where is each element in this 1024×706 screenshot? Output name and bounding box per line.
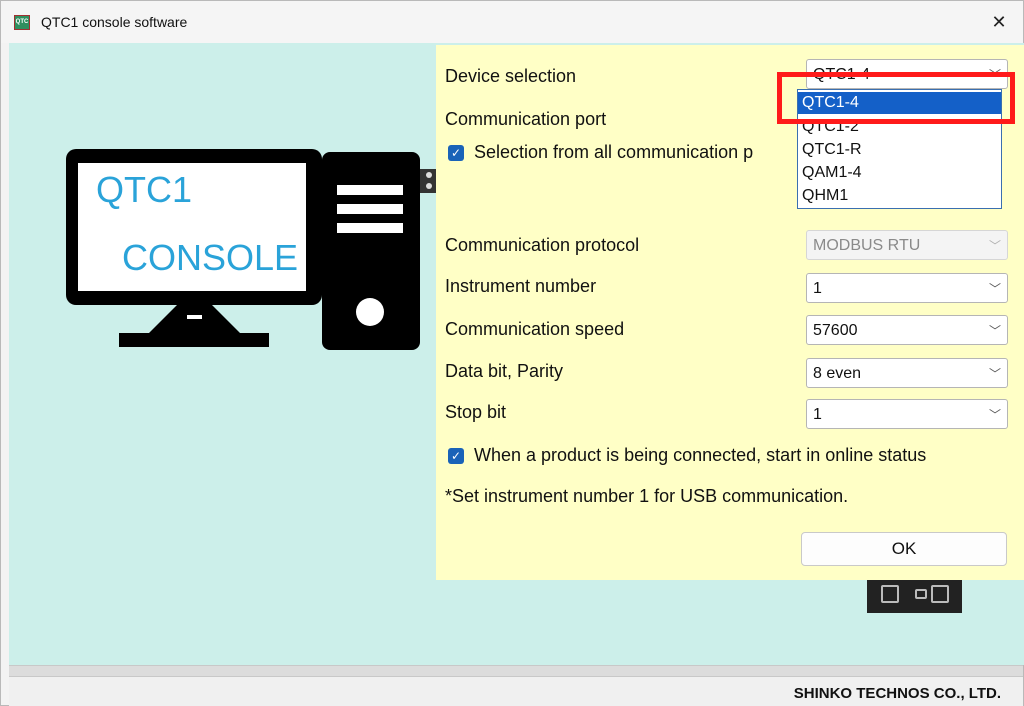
title-bar: QTC QTC1 console software ✕ bbox=[1, 1, 1023, 43]
window-title: QTC1 console software bbox=[41, 14, 188, 30]
drive-slot bbox=[337, 204, 403, 214]
power-button-icon bbox=[356, 298, 384, 326]
communication-protocol-label: Communication protocol bbox=[445, 235, 640, 255]
chevron-down-icon: ﹀ bbox=[988, 408, 1001, 422]
stop-bit-combo[interactable]: 1 ﹀ bbox=[806, 399, 1008, 429]
select-all-ports-checkbox[interactable]: ✓ bbox=[448, 145, 464, 161]
drive-slot bbox=[337, 185, 403, 195]
communication-protocol-value: MODBUS RTU bbox=[813, 237, 921, 254]
dropdown-option[interactable]: QTC1-R bbox=[798, 139, 1001, 161]
stop-bit-value: 1 bbox=[813, 406, 822, 423]
data-bit-parity-combo[interactable]: 8 even ﹀ bbox=[806, 358, 1008, 388]
instrument-number-combo[interactable]: 1 ﹀ bbox=[806, 273, 1008, 303]
online-on-connect-checkbox[interactable]: ✓ bbox=[448, 448, 464, 464]
chevron-down-icon: ﹀ bbox=[988, 282, 1001, 296]
data-bit-parity-label: Data bit, Parity bbox=[445, 361, 564, 381]
device-selection-label: Device selection bbox=[445, 66, 577, 86]
close-icon: ✕ bbox=[991, 12, 1007, 32]
app-icon: QTC bbox=[14, 15, 30, 30]
data-bit-parity-value: 8 even bbox=[813, 365, 862, 382]
select-all-ports-label: Selection from all communication p bbox=[474, 142, 754, 162]
chevron-down-icon: ﹀ bbox=[988, 239, 1001, 253]
pc-tower-illustration bbox=[322, 152, 420, 350]
chevron-down-icon: ﹀ bbox=[988, 324, 1001, 338]
usb-note: *Set instrument number 1 for USB communi… bbox=[445, 486, 849, 506]
company-name: SHINKO TECHNOS CO., LTD. bbox=[793, 685, 1001, 702]
dropdown-option[interactable]: QAM1-4 bbox=[798, 162, 1001, 184]
communication-speed-label: Communication speed bbox=[445, 319, 625, 339]
device-illustration bbox=[867, 579, 962, 613]
screen-subtitle: CONSOLE bbox=[122, 237, 299, 278]
monitor-illustration: QTC1 CONSOLE bbox=[66, 149, 322, 305]
online-on-connect-label: When a product is being connected, start… bbox=[474, 445, 927, 465]
monitor-base bbox=[119, 333, 269, 347]
ok-button[interactable]: OK bbox=[801, 532, 1007, 566]
close-button[interactable]: ✕ bbox=[985, 9, 1013, 35]
screen-title: QTC1 bbox=[96, 169, 193, 210]
communication-port-label: Communication port bbox=[445, 109, 607, 129]
divider bbox=[9, 665, 1023, 677]
instrument-number-value: 1 bbox=[813, 280, 822, 297]
monitor-screen: QTC1 CONSOLE bbox=[78, 163, 306, 291]
drive-slot bbox=[337, 223, 403, 233]
dropdown-option[interactable]: QHM1 bbox=[798, 185, 1001, 207]
monitor-stand bbox=[147, 305, 242, 335]
highlight-annotation-box bbox=[777, 72, 1015, 124]
chevron-down-icon: ﹀ bbox=[988, 367, 1001, 381]
communication-protocol-combo: MODBUS RTU ﹀ bbox=[806, 230, 1008, 260]
communication-speed-value: 57600 bbox=[813, 322, 858, 339]
stop-bit-label: Stop bit bbox=[445, 402, 507, 422]
footer: SHINKO TECHNOS CO., LTD. bbox=[9, 677, 1023, 706]
communication-speed-combo[interactable]: 57600 ﹀ bbox=[806, 315, 1008, 345]
instrument-number-label: Instrument number bbox=[445, 276, 597, 296]
